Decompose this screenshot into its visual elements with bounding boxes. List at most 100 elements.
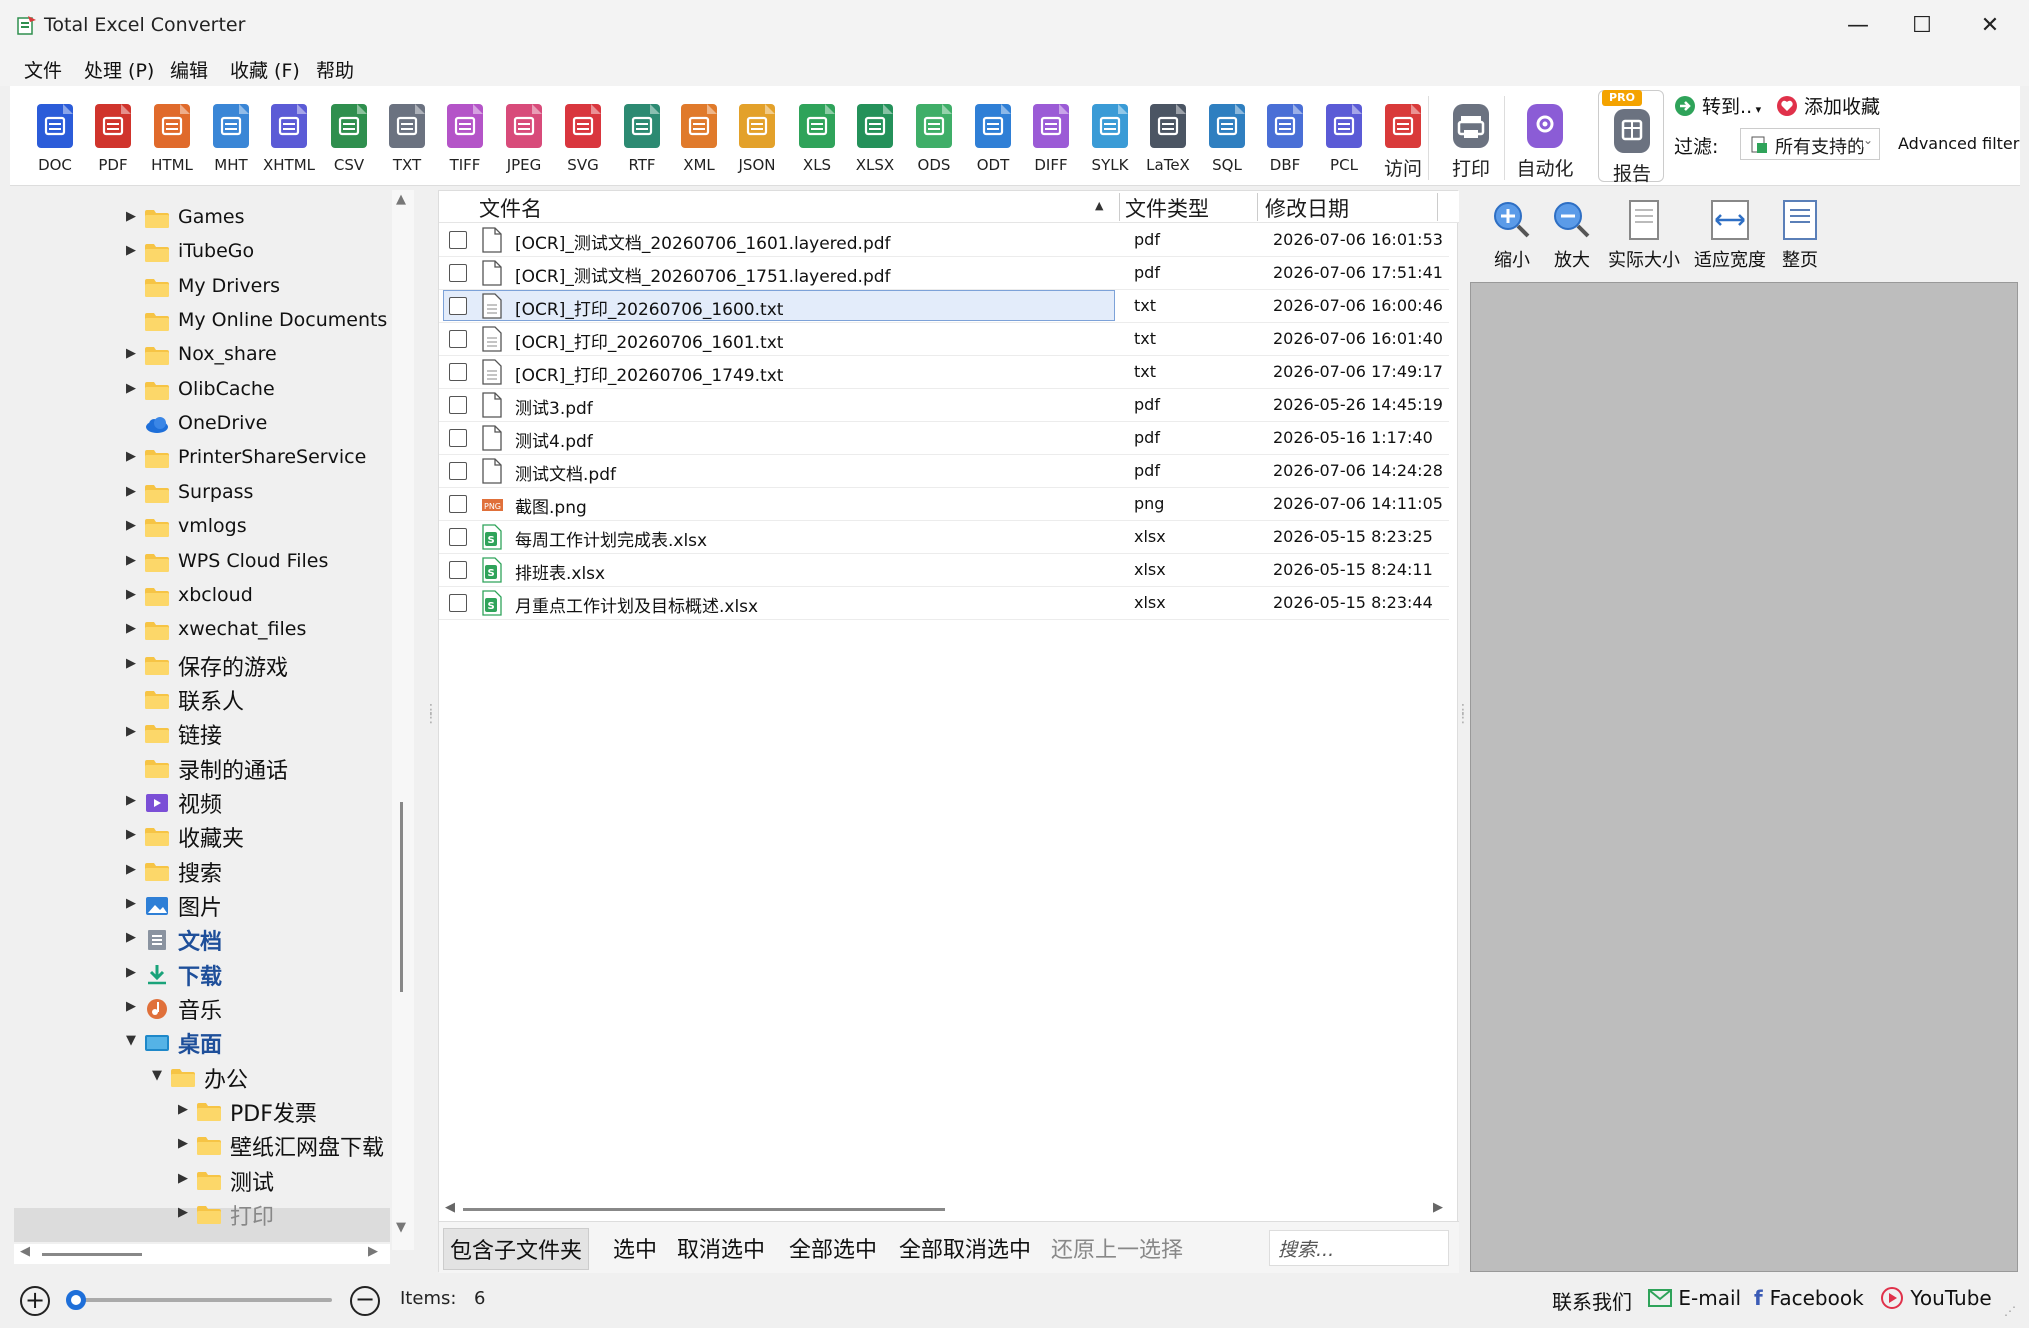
expand-arrow-icon[interactable]: ▶ [126, 965, 140, 980]
file-row[interactable]: S 排班表.xlsx xlsx 2026-05-15 8:24:11 [439, 554, 1449, 587]
expand-arrow-icon[interactable]: ▶ [126, 484, 140, 499]
column-header-name[interactable]: 文件名 [479, 193, 542, 223]
expand-arrow-icon[interactable]: ▶ [178, 1171, 192, 1186]
format-button-xhtml[interactable]: XHTML [263, 98, 315, 178]
expand-arrow-icon[interactable]: ▶ [126, 999, 140, 1014]
scroll-left-icon[interactable]: ◀ [445, 1200, 455, 1215]
file-row[interactable]: [OCR]_打印_20260706_1600.txt txt 2026-07-06 … [439, 290, 1449, 323]
column-divider[interactable] [1257, 193, 1258, 221]
actual-size-button[interactable]: 实际大小 [1604, 198, 1684, 272]
menu-process[interactable]: 处理 (P) [84, 56, 154, 83]
column-divider[interactable] [1437, 193, 1438, 221]
expand-arrow-icon[interactable]: ▶ [126, 793, 140, 808]
file-list-horizontal-scrollbar[interactable]: ◀ ▶ [439, 1198, 1459, 1220]
zoom-out-button[interactable]: 缩小 [1482, 198, 1542, 272]
file-row[interactable]: S 月重点工作计划及目标概述.xlsx xlsx 2026-05-15 8:23:44 [439, 587, 1449, 620]
expand-arrow-icon[interactable]: ▶ [126, 724, 140, 739]
splitter-grip[interactable]: ⋮ ⋮ [424, 703, 438, 725]
format-button-tiff[interactable]: TIFF [440, 98, 490, 178]
format-button-xml[interactable]: XML [674, 98, 724, 178]
format-button-txt[interactable]: TXT [382, 98, 432, 178]
file-checkbox[interactable] [449, 429, 467, 447]
zoom-in-button[interactable]: 放大 [1542, 198, 1602, 272]
menu-help[interactable]: 帮助 [316, 56, 354, 83]
minimize-button[interactable]: — [1836, 8, 1880, 44]
expand-arrow-icon[interactable]: ▶ [126, 346, 140, 361]
expand-arrow-icon[interactable]: ▶ [126, 449, 140, 464]
format-button-sql[interactable]: SQL [1202, 98, 1252, 178]
contact-us-link[interactable]: 联系我们 [1552, 1286, 1632, 1315]
include-subfolders-toggle[interactable]: 包含子文件夹 [443, 1228, 590, 1270]
expand-arrow-icon[interactable]: ▶ [126, 209, 140, 224]
scroll-thumb[interactable] [42, 1253, 142, 1256]
format-button-ods[interactable]: ODS [909, 98, 959, 178]
expand-arrow-icon[interactable]: ▶ [126, 621, 140, 636]
format-button-xlsx[interactable]: XLSX [850, 98, 900, 178]
goto-button[interactable]: 转到.. ▾ [1674, 92, 1761, 119]
youtube-link[interactable]: YouTube [1880, 1286, 1992, 1310]
zoom-slider[interactable] [70, 1298, 332, 1302]
file-checkbox[interactable] [449, 264, 467, 282]
resize-grip-icon[interactable]: ⋰ [2004, 1304, 2016, 1318]
format-button-sylk[interactable]: SYLK [1085, 98, 1135, 178]
filter-select[interactable]: 所有支持的 ⌄ [1740, 128, 1880, 160]
file-checkbox[interactable] [449, 594, 467, 612]
facebook-link[interactable]: f Facebook [1754, 1286, 1864, 1310]
expand-arrow-icon[interactable]: ▶ [126, 827, 140, 842]
format-button-doc[interactable]: DOC [30, 98, 80, 178]
file-checkbox[interactable] [449, 231, 467, 249]
expand-arrow-icon[interactable]: ▶ [126, 381, 140, 396]
format-button-html[interactable]: HTML [147, 98, 197, 178]
scroll-thumb[interactable] [463, 1208, 945, 1211]
format-button-xls[interactable]: XLS [792, 98, 842, 178]
file-row[interactable]: [OCR]_打印_20260706_1749.txt txt 2026-07-06 … [439, 356, 1449, 389]
zoom-plus-icon[interactable]: + [20, 1286, 50, 1316]
scroll-left-icon[interactable]: ◀ [20, 1244, 30, 1259]
scroll-thumb[interactable] [400, 802, 403, 992]
menu-edit[interactable]: 编辑 [170, 56, 208, 83]
advanced-filter-link[interactable]: Advanced filter [1898, 134, 2019, 153]
format-button-diff[interactable]: DIFF [1026, 98, 1076, 178]
select-button[interactable]: 选中 [613, 1232, 657, 1264]
collapse-arrow-icon[interactable]: ▼ [126, 1033, 140, 1048]
tree-vertical-scrollbar[interactable]: ▲ ▼ [392, 190, 414, 1250]
file-row[interactable]: 测试3.pdf pdf 2026-05-26 14:45:19 [439, 389, 1449, 422]
format-button-rtf[interactable]: RTF [617, 98, 667, 178]
column-header-date[interactable]: 修改日期 [1265, 193, 1349, 223]
format-button-svg[interactable]: SVG [558, 98, 608, 178]
print-button[interactable]: 打印 [1446, 98, 1496, 180]
format-button-dbf[interactable]: DBF [1260, 98, 1310, 178]
menu-file[interactable]: 文件 [24, 56, 62, 83]
expand-arrow-icon[interactable]: ▶ [126, 587, 140, 602]
expand-arrow-icon[interactable]: ▶ [126, 896, 140, 911]
format-button-pcl[interactable]: PCL [1319, 98, 1369, 178]
select-all-button[interactable]: 全部选中 [789, 1232, 877, 1264]
column-divider[interactable] [1119, 193, 1120, 221]
file-row[interactable]: 测试文档.pdf pdf 2026-07-06 14:24:28 [439, 455, 1449, 488]
file-checkbox[interactable] [449, 462, 467, 480]
scroll-right-icon[interactable]: ▶ [368, 1244, 378, 1259]
email-link[interactable]: E-mail [1648, 1286, 1741, 1310]
file-row[interactable]: [OCR]_测试文档_20260706_1601.layered.pdf pdf 2… [439, 224, 1449, 257]
preview-canvas[interactable] [1470, 282, 2018, 1272]
deselect-all-button[interactable]: 全部取消选中 [899, 1232, 1031, 1264]
tree-horizontal-scrollbar[interactable]: ◀ ▶ [14, 1244, 390, 1264]
automate-button[interactable]: 自动化 [1516, 98, 1574, 180]
restore-selection-button[interactable]: 还原上一选择 [1051, 1232, 1183, 1264]
file-checkbox[interactable] [449, 363, 467, 381]
expand-arrow-icon[interactable]: ▶ [178, 1136, 192, 1151]
file-row[interactable]: [OCR]_打印_20260706_1601.txt txt 2026-07-06 … [439, 323, 1449, 356]
expand-arrow-icon[interactable]: ▶ [126, 553, 140, 568]
scroll-right-icon[interactable]: ▶ [1433, 1200, 1443, 1215]
expand-arrow-icon[interactable]: ▶ [126, 862, 140, 877]
add-favorite-button[interactable]: 添加收藏 [1776, 92, 1880, 119]
expand-arrow-icon[interactable]: ▶ [126, 656, 140, 671]
expand-arrow-icon[interactable]: ▶ [126, 930, 140, 945]
maximize-button[interactable]: ☐ [1900, 8, 1944, 44]
format-button-latex[interactable]: LaTeX [1143, 98, 1193, 178]
file-row[interactable]: [OCR]_测试文档_20260706_1751.layered.pdf pdf 2… [439, 257, 1449, 290]
scroll-down-icon[interactable]: ▼ [396, 1220, 406, 1235]
fit-width-button[interactable]: 适应宽度 [1690, 198, 1770, 272]
file-checkbox[interactable] [449, 561, 467, 579]
zoom-slider-thumb[interactable] [66, 1290, 86, 1310]
